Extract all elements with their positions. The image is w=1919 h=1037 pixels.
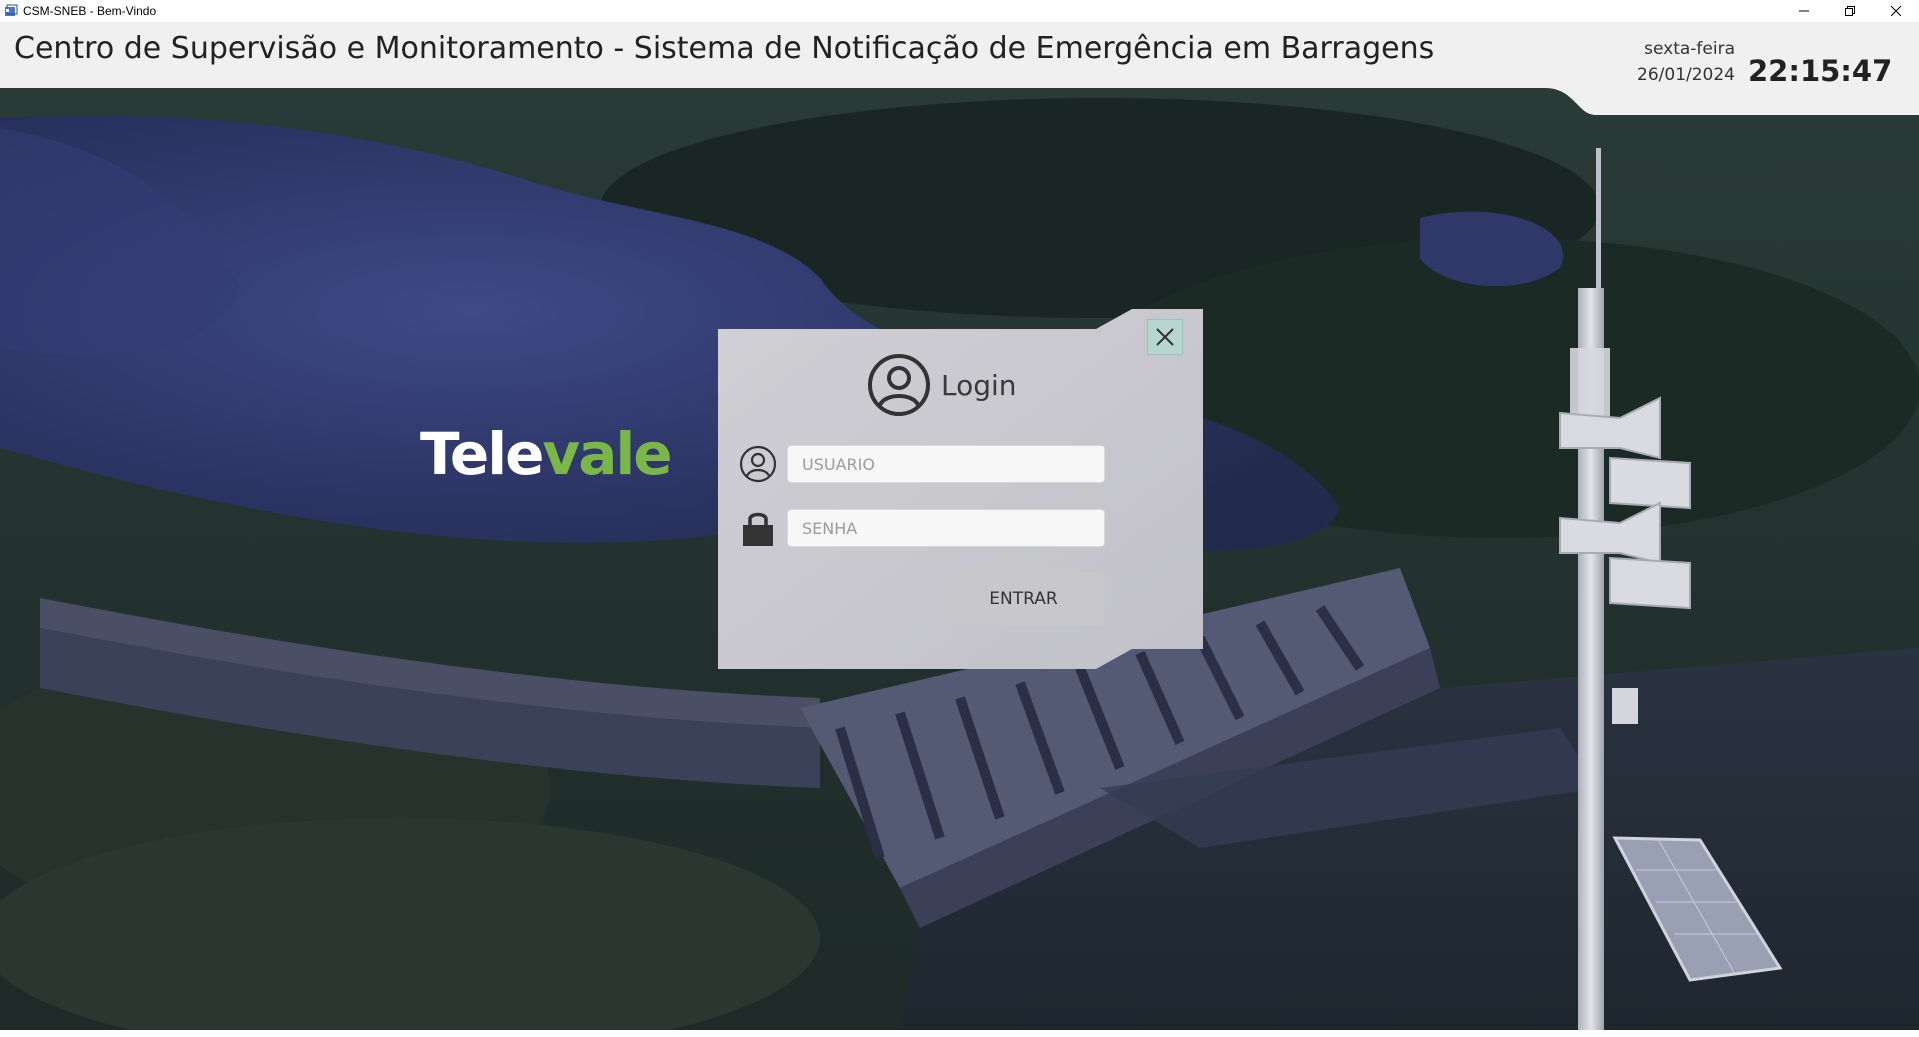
login-title: Login (941, 368, 1017, 402)
weekday-label: sexta-feira (1644, 39, 1735, 59)
televale-logo: Televale (420, 420, 673, 488)
login-header: Login (867, 353, 1017, 417)
user-circle-icon (868, 354, 930, 416)
page-title: Centro de Supervisão e Monitoramento - S… (14, 31, 1435, 66)
enter-button[interactable]: ENTRAR (942, 572, 1105, 625)
lock-icon (743, 512, 773, 546)
window-titlebar: CSM-SNEB - Bem-Vindo (0, 0, 1919, 22)
app-icon (5, 4, 18, 16)
password-input[interactable] (787, 509, 1105, 547)
restore-button[interactable] (1830, 0, 1870, 22)
clock-time: 22:15:47 (1748, 54, 1893, 88)
user-icon (739, 445, 777, 483)
window-title: CSM-SNEB - Bem-Vindo (23, 4, 157, 18)
close-dialog-button[interactable] (1147, 319, 1183, 355)
close-icon (1891, 6, 1901, 16)
login-dialog: Login ENTRAR (718, 309, 1203, 669)
restore-icon (1845, 6, 1855, 16)
username-input[interactable] (787, 445, 1105, 483)
window-close-button[interactable] (1876, 0, 1916, 22)
minimize-button[interactable] (1784, 0, 1824, 22)
close-icon (1156, 328, 1174, 346)
minimize-icon (1799, 10, 1809, 12)
date-label: 26/01/2024 (1637, 65, 1735, 85)
